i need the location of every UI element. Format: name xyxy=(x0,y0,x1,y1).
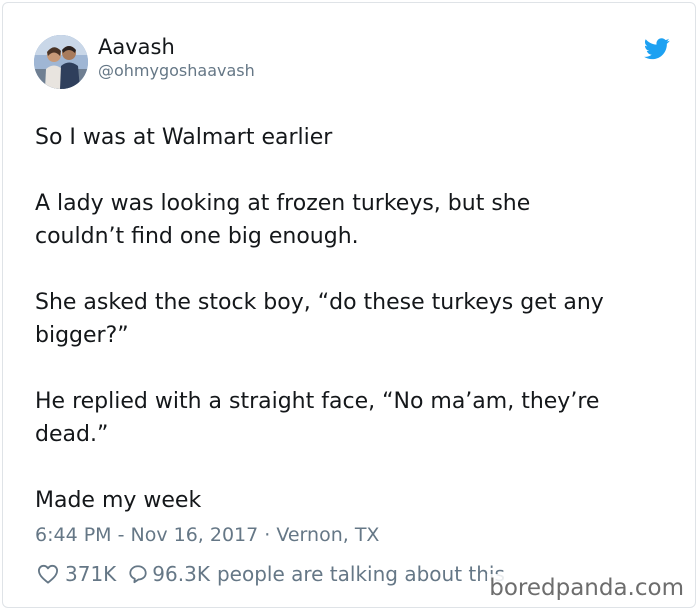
twitter-bird-icon[interactable] xyxy=(644,38,670,60)
avatar[interactable] xyxy=(34,35,88,89)
tweet-card: Aavash @ohmygoshaavash So I was at Walma… xyxy=(2,2,696,608)
reply-count[interactable]: 96.3K xyxy=(152,562,210,586)
tweet-text-line: Made my week xyxy=(35,488,202,513)
author-display-name[interactable]: Aavash xyxy=(98,34,175,60)
heart-icon[interactable] xyxy=(37,564,59,584)
tweet-text-line: dead.” xyxy=(35,422,109,447)
replies-suffix-text[interactable]: people are talking about this xyxy=(217,562,505,586)
tweet-timestamp-location[interactable]: 6:44 PM - Nov 16, 2017 · Vernon, TX xyxy=(35,523,379,547)
watermark: boredpanda.com xyxy=(487,574,686,602)
tweet-text-line: A lady was looking at frozen turkeys, bu… xyxy=(35,191,531,216)
engagement-bar: 371K 96.3K people are talking about this xyxy=(37,560,505,588)
like-count[interactable]: 371K xyxy=(65,562,116,586)
tweet-text-line: She asked the stock boy, “do these turke… xyxy=(35,290,604,315)
tweet-text-line: couldn’t find one big enough. xyxy=(35,224,359,249)
author-handle[interactable]: @ohmygoshaavash xyxy=(98,61,255,81)
tweet-text-line: So I was at Walmart earlier xyxy=(35,125,333,150)
avatar-photo xyxy=(34,35,88,89)
tweet-text-line: bigger?” xyxy=(35,323,129,348)
tweet-text-line: He replied with a straight face, “No ma’… xyxy=(35,389,600,414)
speech-bubble-icon[interactable] xyxy=(128,564,148,584)
